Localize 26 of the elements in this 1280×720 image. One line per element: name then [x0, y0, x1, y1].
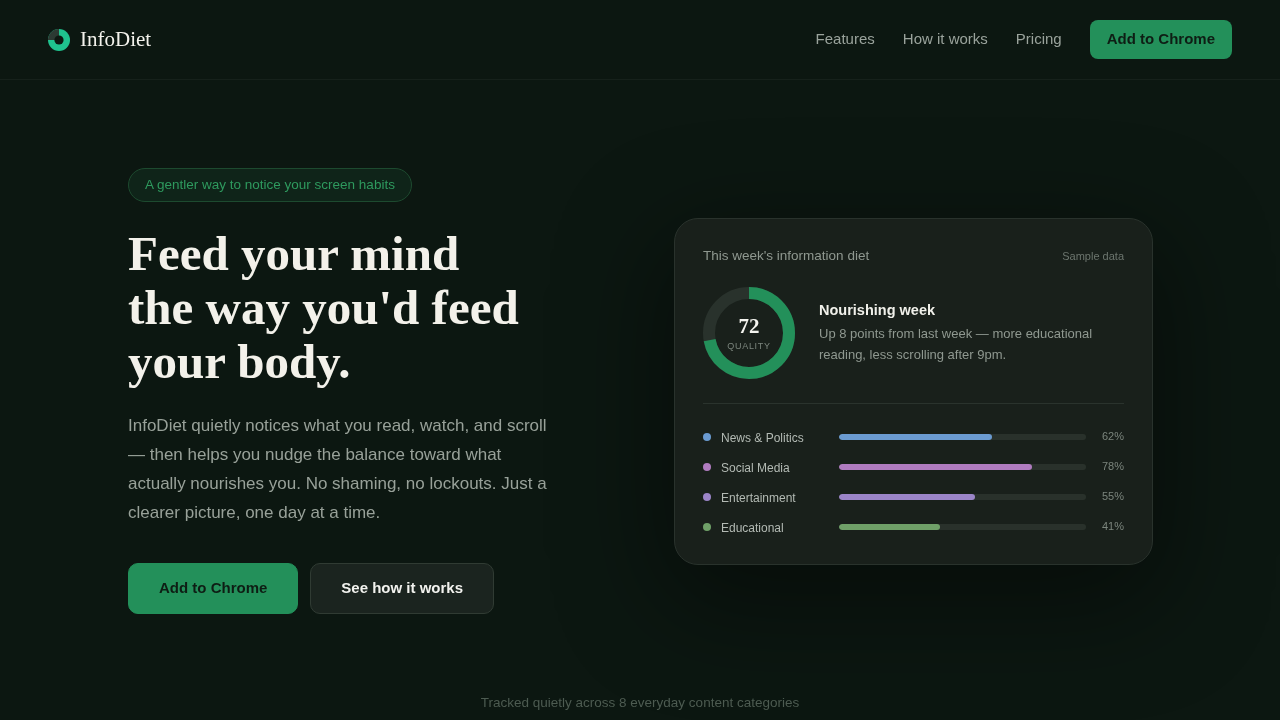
- category-percent: 55%: [1101, 489, 1124, 505]
- tagline-pill: A gentler way to notice your screen habits: [128, 168, 412, 202]
- hero-description: InfoDiet quietly notices what you read, watch, and scroll — then helps you nudge the balance toward what actually nourishes you. No shaming, no lockouts. Just a clearer picture, one day at a time.: [128, 415, 548, 524]
- header-add-to-chrome-button[interactable]: Add to Chrome: [1089, 20, 1232, 59]
- nav-link[interactable]: Pricing: [1015, 28, 1062, 51]
- hero-headline: Feed your mind the way you'd feed your body.: [128, 227, 519, 389]
- brand-name: InfoDiet: [80, 25, 152, 53]
- nav-link[interactable]: How it works: [902, 28, 988, 51]
- score-value: 72: [738, 315, 760, 337]
- sample-data-label: Sample data: [1062, 249, 1124, 265]
- footer-note: Tracked quietly across 8 everyday content categories: [480, 694, 800, 712]
- category-percent: 41%: [1101, 519, 1124, 535]
- see-how-it-works-button[interactable]: See how it works: [310, 563, 495, 614]
- nav-link[interactable]: Features: [815, 28, 875, 51]
- card-title: This week's information diet: [703, 247, 870, 266]
- summary-text: Up 8 points from last week — more educational reading, less scrolling after 9pm.: [819, 325, 1094, 364]
- category-name: Educational: [721, 520, 784, 535]
- category-name: Social Media: [721, 460, 790, 475]
- ring-logo-icon: [48, 28, 70, 51]
- add-to-chrome-button[interactable]: Add to Chrome: [128, 563, 299, 614]
- category-name: Entertainment: [721, 490, 796, 505]
- score-label: QUALITY: [727, 340, 771, 352]
- category-name: News & Politics: [721, 430, 804, 445]
- summary-title: Nourishing week: [819, 301, 937, 320]
- category-percent: 62%: [1101, 429, 1124, 445]
- category-percent: 78%: [1101, 459, 1124, 475]
